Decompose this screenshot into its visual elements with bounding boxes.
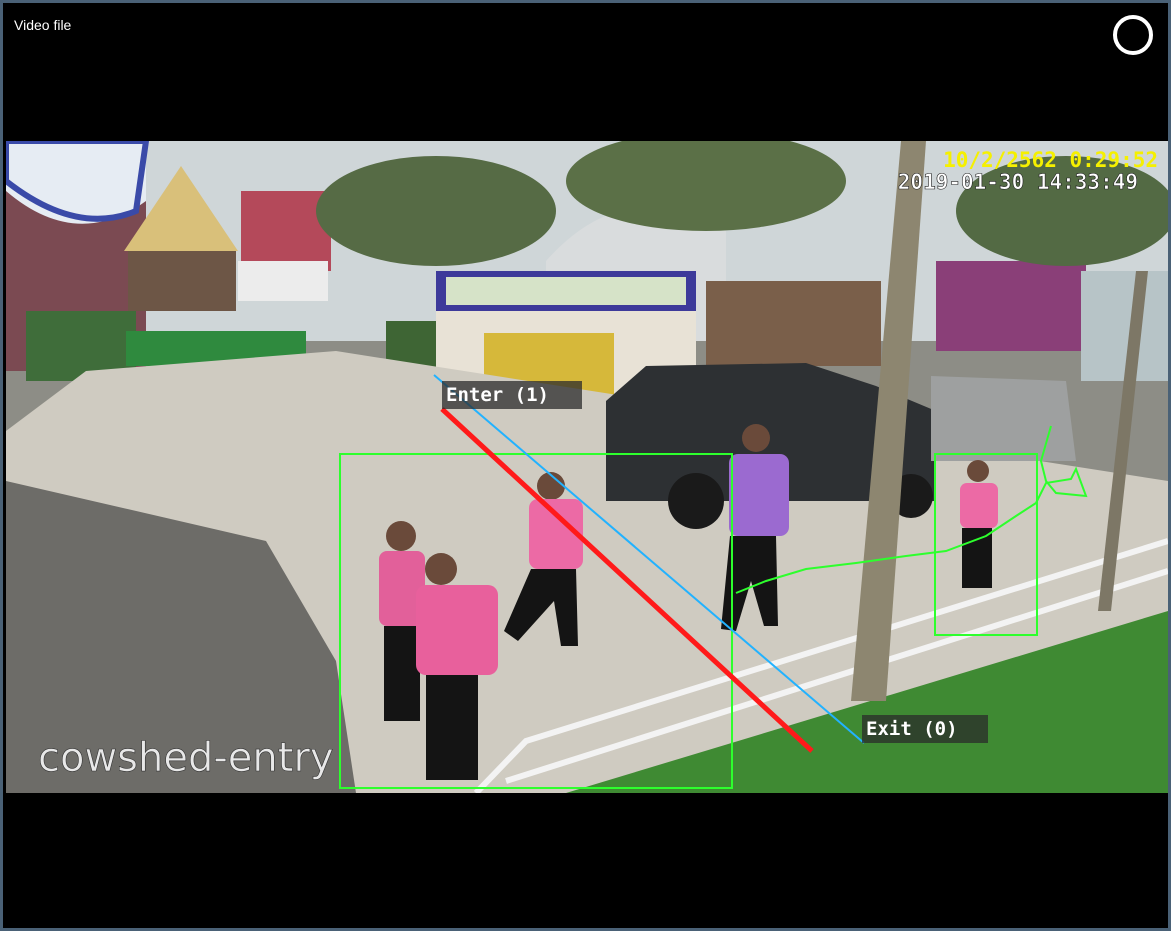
- timestamp-secondary: 2019-01-30 14:33:49: [898, 170, 1138, 194]
- video-window: Video file Enter (1) Exit (0) 10/2/2562 …: [0, 0, 1171, 931]
- enter-counter-label: Enter (1): [446, 384, 549, 406]
- camera-name: cowshed-entry: [38, 735, 334, 781]
- loading-spinner-icon: [1113, 15, 1153, 55]
- exit-counter-label: Exit (0): [866, 718, 958, 740]
- palm-tree: [316, 156, 556, 266]
- video-frame[interactable]: Enter (1) Exit (0) 10/2/2562 0:29:52 201…: [6, 141, 1168, 793]
- timestamp-primary: 10/2/2562 0:29:52: [943, 148, 1158, 172]
- window-title: Video file: [14, 17, 72, 33]
- booth-right: [936, 261, 1086, 351]
- second-truck: [931, 376, 1076, 461]
- video-scene: Enter (1) Exit (0) 10/2/2562 0:29:52 201…: [6, 141, 1168, 793]
